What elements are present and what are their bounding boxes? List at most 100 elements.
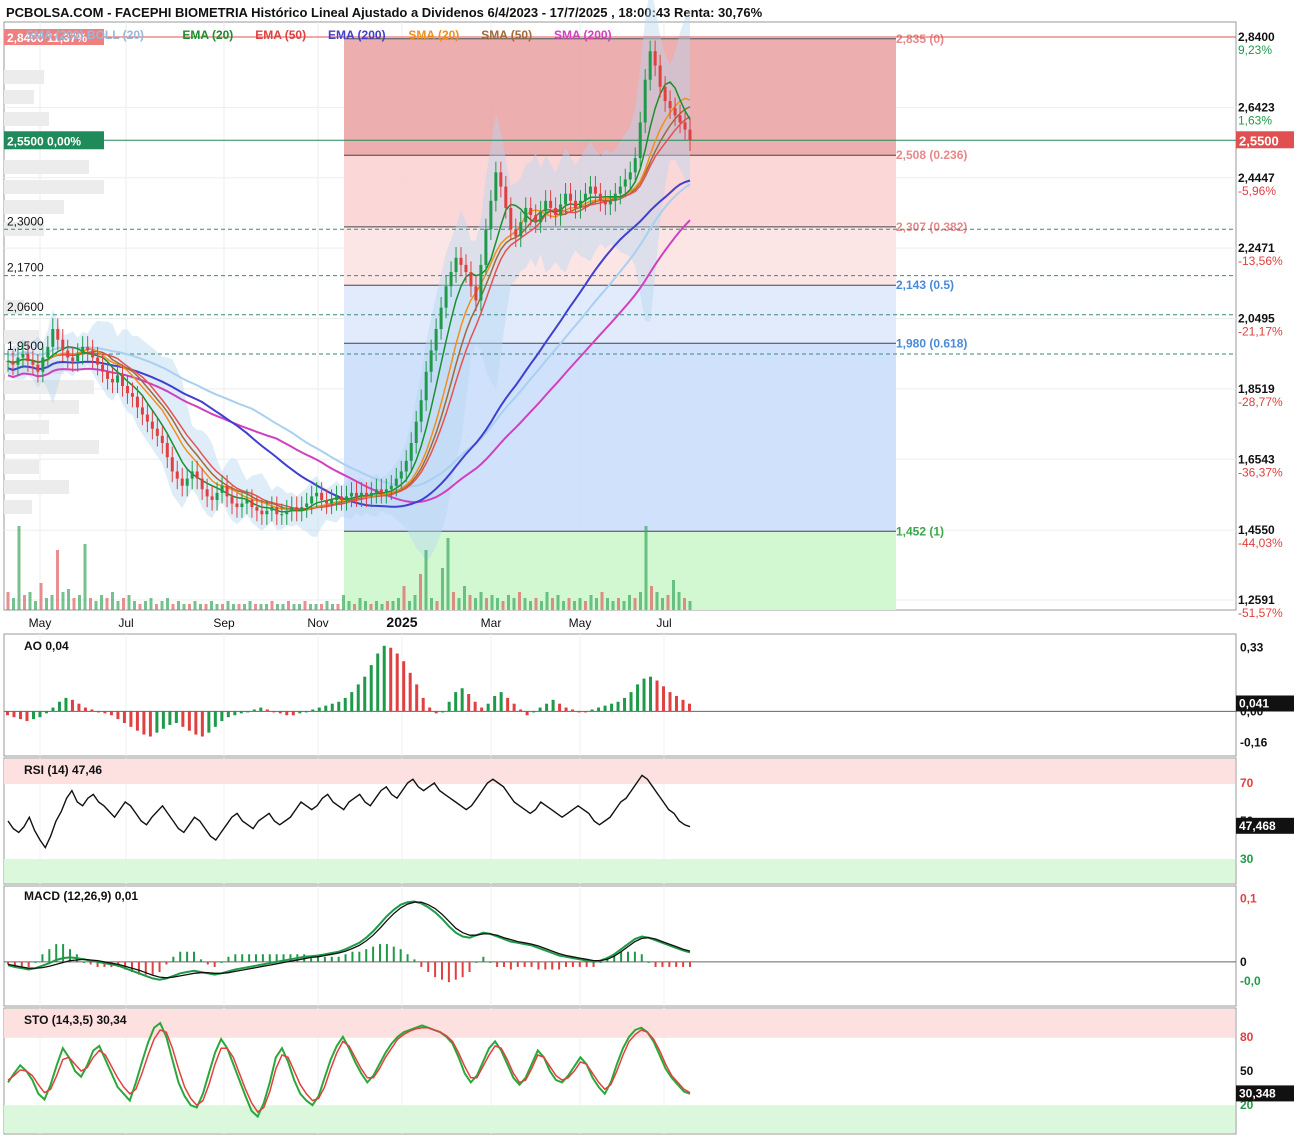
ao-bar xyxy=(363,676,367,712)
ao-bar xyxy=(564,707,568,712)
macd-histogram-bar xyxy=(647,961,650,963)
volume-bar xyxy=(61,592,65,610)
fib-label: 2,143 (0.5) xyxy=(896,278,954,292)
legend-item: SMA (50) xyxy=(481,28,532,42)
macd-tick: 0 xyxy=(1240,955,1247,969)
ao-title: AO 0,04 xyxy=(24,639,69,653)
candle-body xyxy=(454,257,458,273)
volume-bar xyxy=(479,592,483,610)
volume-bar xyxy=(639,592,642,610)
ao-bar xyxy=(486,703,490,712)
fib-label: 1,980 (0.618) xyxy=(896,336,967,350)
candle-body xyxy=(474,286,478,301)
ao-bar xyxy=(122,711,126,723)
ao-bar xyxy=(330,703,334,712)
indicator-panel-ao xyxy=(3,633,1237,757)
y-tick-pct: -51,57% xyxy=(1238,606,1283,620)
ao-bar xyxy=(636,684,640,712)
macd-histogram-bar xyxy=(420,961,423,967)
volume-bar xyxy=(556,595,560,610)
candle-body xyxy=(559,204,563,216)
macd-histogram-bar xyxy=(82,961,85,963)
rsi-title: RSI (14) 47,46 xyxy=(24,763,102,777)
candle-body xyxy=(479,264,483,301)
y-tick-pct: -5,96% xyxy=(1238,184,1276,198)
candle-body xyxy=(464,264,468,273)
rsi-tick: 70 xyxy=(1240,776,1254,790)
candle-body xyxy=(76,353,80,362)
volume-bar xyxy=(463,586,466,610)
candle-body xyxy=(210,496,214,500)
ao-bar xyxy=(447,701,451,712)
macd-histogram-bar xyxy=(172,956,175,962)
ao-tick: 0,33 xyxy=(1240,641,1264,655)
volume-bar xyxy=(683,598,686,610)
volume-bar xyxy=(419,574,422,610)
candle-body xyxy=(608,200,612,205)
ao-bar xyxy=(220,711,224,722)
ao-bar xyxy=(519,709,523,712)
volume-bar xyxy=(485,598,488,610)
volume-bar xyxy=(292,604,296,610)
volume-bar xyxy=(397,598,400,610)
candle-body xyxy=(494,172,498,201)
candle-body xyxy=(564,193,568,205)
candle-body xyxy=(389,485,393,490)
candle-body xyxy=(384,489,388,493)
ao-bar xyxy=(96,711,100,713)
candle-body xyxy=(270,507,274,511)
macd-histogram-bar xyxy=(41,954,44,962)
ao-bar xyxy=(174,711,178,723)
candle-body xyxy=(295,507,299,511)
ao-bar xyxy=(272,711,276,713)
volume-bar xyxy=(160,601,164,610)
macd-histogram-bar xyxy=(234,954,237,962)
macd-histogram-bar xyxy=(392,946,395,962)
volume-bar xyxy=(78,595,81,610)
volume-bar xyxy=(545,592,549,610)
volume-bar xyxy=(116,601,120,610)
ao-bar xyxy=(343,697,347,712)
macd-histogram-bar xyxy=(654,961,657,967)
x-tick-label: Mar xyxy=(481,616,502,630)
x-tick-label: May xyxy=(569,616,592,630)
macd-histogram-bar xyxy=(241,954,244,962)
volume-bar xyxy=(105,598,109,610)
ao-bar xyxy=(239,711,243,714)
volume-bar xyxy=(666,595,670,610)
ao-bar xyxy=(161,711,165,729)
volume-bar xyxy=(138,604,142,610)
ao-bar xyxy=(681,699,685,712)
ao-bar xyxy=(629,692,633,712)
macd-histogram-bar xyxy=(27,961,30,967)
candle-body xyxy=(280,514,284,516)
candle-body xyxy=(569,193,573,201)
macd-histogram-bar xyxy=(193,951,195,962)
candle-body xyxy=(285,510,289,515)
volume-profile-bar xyxy=(4,400,79,414)
ao-bar xyxy=(434,711,438,714)
x-tick-label: 2025 xyxy=(386,614,417,630)
candle-body xyxy=(379,489,383,493)
candle-body xyxy=(125,386,129,394)
macd-histogram-bar xyxy=(165,961,168,965)
volume-profile-bar xyxy=(4,180,104,194)
ao-bar xyxy=(148,711,152,737)
volume-bar xyxy=(468,595,472,610)
candle-body xyxy=(419,400,423,422)
candle-body xyxy=(175,471,179,479)
volume-bar xyxy=(50,595,54,610)
candle-body xyxy=(549,200,553,208)
ao-bar xyxy=(135,711,139,731)
ao-last-label: 0,041 xyxy=(1239,696,1269,710)
ao-bar xyxy=(369,665,373,712)
volume-bar xyxy=(347,601,351,610)
sto-tick: 50 xyxy=(1240,1064,1254,1078)
volume-bar xyxy=(408,601,411,610)
candle-body xyxy=(71,357,75,362)
volume-bar xyxy=(402,586,406,610)
volume-bar xyxy=(446,538,450,610)
macd-histogram-bar xyxy=(358,951,361,962)
volume-profile-bar xyxy=(4,70,44,84)
support-label: 2,0600 xyxy=(7,300,44,314)
